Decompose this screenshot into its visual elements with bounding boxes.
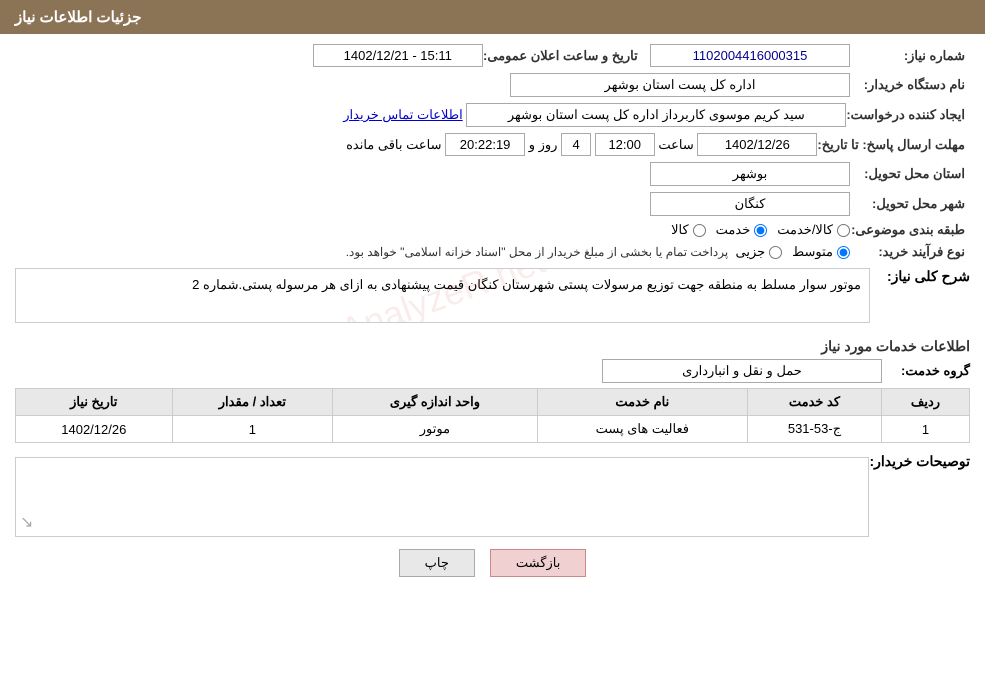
deadline-label: مهلت ارسال پاسخ: تا تاریخ: — [817, 137, 970, 153]
org-name-value: اداره کل پست استان بوشهر — [510, 73, 850, 97]
purchase-jozii-item: جزیی — [735, 244, 782, 260]
services-section-title: اطلاعات خدمات مورد نیاز — [15, 338, 970, 355]
category-label: طبقه بندی موضوعی: — [850, 222, 970, 238]
back-button[interactable]: بازگشت — [490, 549, 586, 577]
deadline-days: 4 — [561, 133, 591, 156]
category-kala-label: کالا — [671, 222, 689, 238]
narration-row: شرح کلی نیاز: موتور سوار مسلط به منطقه ج… — [15, 268, 970, 328]
deadline-remaining-label: ساعت باقی مانده — [346, 137, 441, 153]
category-khadamat-radio[interactable] — [754, 224, 767, 237]
cell-row: 1 — [881, 416, 969, 443]
province-row: استان محل تحویل: بوشهر — [15, 162, 970, 186]
org-name-label: نام دستگاه خریدار: — [850, 77, 970, 93]
category-kala-item: کالا — [671, 222, 706, 238]
category-radio-group: کالا/خدمت خدمت کالا — [671, 222, 850, 238]
purchase-type-row: نوع فرآیند خرید: متوسط جزیی پرداخت تمام … — [15, 244, 970, 260]
creator-label: ایجاد کننده درخواست: — [846, 107, 970, 123]
purchase-type-label: نوع فرآیند خرید: — [850, 244, 970, 260]
province-label: استان محل تحویل: — [850, 166, 970, 182]
creator-value: سید کریم موسوی کاربرداز اداره کل پست است… — [466, 103, 846, 127]
purchase-jozii-radio[interactable] — [769, 246, 782, 259]
buttons-row: بازگشت چاپ — [15, 549, 970, 577]
print-button[interactable]: چاپ — [399, 549, 475, 577]
category-kala-khadamat-radio[interactable] — [837, 224, 850, 237]
header-title: جزئیات اطلاعات نیاز — [15, 9, 142, 26]
resize-icon: ↘ — [20, 512, 33, 532]
service-group-row: گروه خدمت: حمل و نقل و انبارداری — [15, 359, 970, 383]
col-name: نام خدمت — [537, 389, 747, 416]
category-kala-radio[interactable] — [693, 224, 706, 237]
col-code: کد خدمت — [747, 389, 881, 416]
cell-code: ج-53-531 — [747, 416, 881, 443]
announce-date-value: 1402/12/21 - 15:11 — [313, 44, 483, 67]
creator-row: ایجاد کننده درخواست: سید کریم موسوی کارب… — [15, 103, 970, 127]
narration-text: موتور سوار مسلط به منطقه جهت توزیع مرسول… — [24, 277, 861, 293]
page-header: جزئیات اطلاعات نیاز — [0, 0, 985, 34]
city-value: کنگان — [650, 192, 850, 216]
purchase-jozii-label: جزیی — [735, 244, 765, 260]
service-group-value: حمل و نقل و انبارداری — [602, 359, 882, 383]
category-kala-khadamat-label: کالا/خدمت — [777, 222, 833, 238]
col-date: تاریخ نیاز — [16, 389, 173, 416]
service-group-label: گروه خدمت: — [890, 363, 970, 379]
purchase-motawaset-item: متوسط — [792, 244, 850, 260]
need-number-label: شماره نیاز: — [850, 48, 970, 64]
deadline-remaining: 20:22:19 — [445, 133, 525, 156]
purchase-motawaset-radio[interactable] — [837, 246, 850, 259]
need-number-value: 1102004416000315 — [650, 44, 850, 67]
announce-date-label: تاریخ و ساعت اعلان عمومی: — [483, 48, 643, 64]
deadline-time-label: ساعت — [658, 137, 693, 153]
buyer-desc-box: ↘ — [15, 457, 869, 537]
col-row: ردیف — [881, 389, 969, 416]
need-number-row: شماره نیاز: 1102004416000315 تاریخ و ساع… — [15, 44, 970, 67]
deadline-time: 12:00 — [595, 133, 655, 156]
cell-unit: موتور — [333, 416, 537, 443]
cell-quantity: 1 — [172, 416, 333, 443]
purchase-note: پرداخت تمام یا بخشی از مبلغ خریدار از مح… — [346, 245, 729, 259]
table-body: 1ج-53-531فعالیت های پستموتور11402/12/26 — [16, 416, 970, 443]
purchase-radio-group: متوسط جزیی — [735, 244, 850, 260]
col-quantity: تعداد / مقدار — [172, 389, 333, 416]
buyer-desc-label: توصیحات خریدار: — [869, 453, 970, 470]
category-khadamat-label: خدمت — [716, 222, 751, 238]
services-table: ردیف کد خدمت نام خدمت واحد اندازه گیری ت… — [15, 388, 970, 443]
table-row: 1ج-53-531فعالیت های پستموتور11402/12/26 — [16, 416, 970, 443]
cell-name: فعالیت های پست — [537, 416, 747, 443]
purchase-motawaset-label: متوسط — [792, 244, 833, 260]
cell-date: 1402/12/26 — [16, 416, 173, 443]
org-name-row: نام دستگاه خریدار: اداره کل پست استان بو… — [15, 73, 970, 97]
province-value: بوشهر — [650, 162, 850, 186]
city-row: شهر محل تحویل: کنگان — [15, 192, 970, 216]
category-kala-khadamat-item: کالا/خدمت — [777, 222, 850, 238]
deadline-row: مهلت ارسال پاسخ: تا تاریخ: 1402/12/26 سا… — [15, 133, 970, 156]
col-unit: واحد اندازه گیری — [333, 389, 537, 416]
category-khadamat-item: خدمت — [716, 222, 768, 238]
deadline-days-label: روز و — [529, 137, 558, 153]
buyer-desc-row: توصیحات خریدار: ↘ — [15, 453, 970, 537]
deadline-date: 1402/12/26 — [697, 133, 817, 156]
city-label: شهر محل تحویل: — [850, 196, 970, 212]
contact-link[interactable]: اطلاعات تماس خریدار — [343, 107, 462, 123]
table-header: ردیف کد خدمت نام خدمت واحد اندازه گیری ت… — [16, 389, 970, 416]
narration-label: شرح کلی نیاز: — [870, 268, 970, 285]
category-row: طبقه بندی موضوعی: کالا/خدمت خدمت کالا — [15, 222, 970, 238]
